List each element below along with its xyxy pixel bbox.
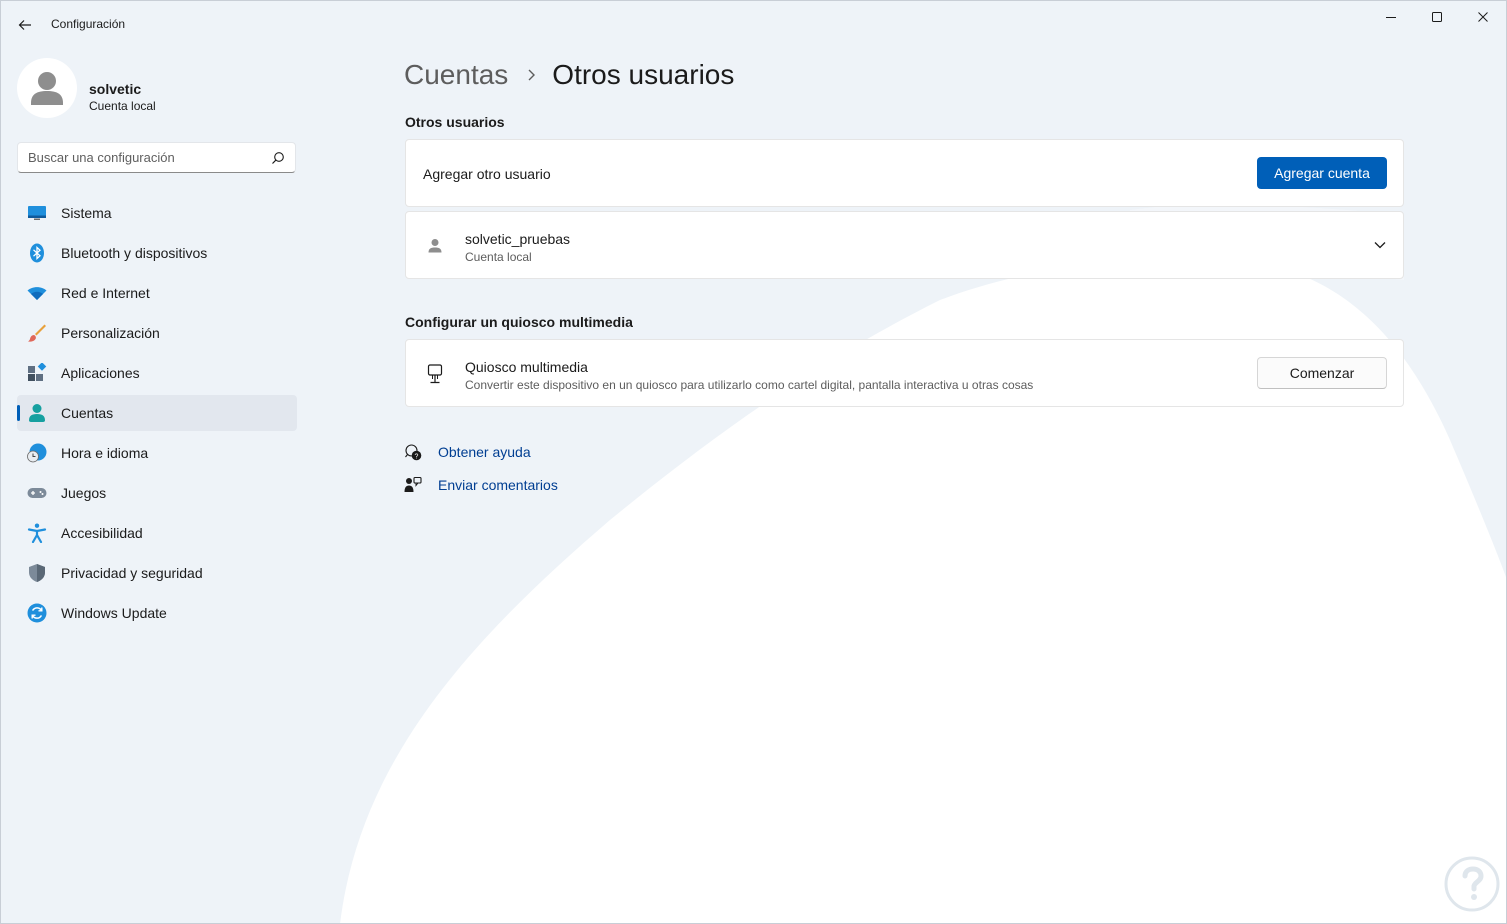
help-icon: ? (405, 444, 422, 461)
user-name: solvetic (89, 81, 142, 97)
user-entry-name: solvetic_pruebas (465, 231, 571, 247)
navigation-list: Sistema Bluetooth y dispositivos Red e I… (17, 195, 297, 635)
kiosk-description: Convertir este dispositivo en un quiosco… (465, 378, 1034, 392)
apps-icon (28, 363, 47, 381)
sidebar-item-windows-update[interactable]: Windows Update (17, 595, 297, 631)
add-user-label: Agregar otro usuario (423, 166, 551, 182)
sidebar-item-label: Privacidad y seguridad (61, 565, 203, 581)
gamepad-icon (27, 488, 47, 498)
other-users-heading: Otros usuarios (405, 114, 505, 130)
watermark-logo (1444, 856, 1500, 912)
feedback-icon (404, 476, 422, 492)
breadcrumb-parent[interactable]: Cuentas (404, 59, 508, 91)
sidebar-item-accesibilidad[interactable]: Accesibilidad (17, 515, 297, 551)
shield-icon (29, 564, 45, 582)
search-box[interactable] (17, 142, 296, 173)
close-button[interactable] (1460, 0, 1506, 34)
arrow-left-icon (18, 20, 31, 30)
clock-globe-icon (27, 443, 47, 463)
sidebar-item-label: Red e Internet (61, 285, 150, 301)
kiosk-title: Quiosco multimedia (465, 359, 588, 375)
sidebar-item-label: Windows Update (61, 605, 167, 621)
wifi-icon (27, 287, 47, 300)
sidebar-item-label: Aplicaciones (61, 365, 140, 381)
sidebar-item-privacidad[interactable]: Privacidad y seguridad (17, 555, 297, 591)
sidebar-item-bluetooth[interactable]: Bluetooth y dispositivos (17, 235, 297, 271)
add-user-card: Agregar otro usuario Agregar cuenta (405, 139, 1404, 207)
kiosk-icon (427, 364, 443, 384)
maximize-button[interactable] (1414, 0, 1460, 34)
system-icon (28, 206, 46, 220)
kiosk-heading: Configurar un quiosco multimedia (405, 314, 633, 330)
chevron-down-icon[interactable] (1373, 240, 1387, 250)
breadcrumb: Cuentas Otros usuarios (404, 59, 734, 91)
title-bar: Configuración (0, 0, 1507, 50)
sidebar-item-label: Sistema (61, 205, 112, 221)
sidebar-item-sistema[interactable]: Sistema (17, 195, 297, 231)
user-avatar-icon (31, 72, 63, 105)
sidebar-item-label: Accesibilidad (61, 525, 143, 541)
user-profile[interactable]: solvetic Cuenta local (17, 58, 317, 120)
sidebar-item-cuentas[interactable]: Cuentas (17, 395, 297, 431)
brush-icon (28, 324, 46, 342)
account-icon (29, 404, 45, 422)
add-account-button[interactable]: Agregar cuenta (1257, 157, 1387, 189)
svg-text:?: ? (415, 454, 419, 461)
minimize-icon (1386, 17, 1396, 18)
sidebar-item-label: Juegos (61, 485, 107, 501)
sidebar-item-label: Personalización (61, 325, 160, 341)
close-icon (1478, 12, 1488, 22)
search-input[interactable] (28, 143, 268, 172)
sidebar-item-aplicaciones[interactable]: Aplicaciones (17, 355, 297, 391)
accessibility-icon (27, 523, 47, 543)
user-entry-type: Cuenta local (465, 250, 532, 264)
search-icon[interactable] (271, 151, 285, 165)
chevron-right-icon (528, 69, 536, 81)
start-kiosk-button[interactable]: Comenzar (1257, 357, 1387, 389)
kiosk-card: Quiosco multimedia Convertir este dispos… (405, 339, 1404, 407)
user-icon (428, 239, 442, 253)
send-feedback-text[interactable]: Enviar comentarios (438, 477, 558, 493)
sidebar-item-label: Bluetooth y dispositivos (61, 245, 208, 261)
page-title: Otros usuarios (552, 59, 735, 90)
sidebar-item-label: Cuentas (61, 405, 114, 421)
sidebar-item-label: Hora e idioma (61, 445, 149, 461)
back-button[interactable] (14, 14, 36, 36)
sidebar-item-red[interactable]: Red e Internet (17, 275, 297, 311)
avatar (17, 58, 77, 118)
minimize-button[interactable] (1368, 0, 1414, 34)
user-entry-card[interactable]: solvetic_pruebas Cuenta local (405, 211, 1404, 279)
bluetooth-icon (30, 243, 44, 263)
get-help-text[interactable]: Obtener ayuda (438, 444, 531, 460)
sidebar-item-personalizacion[interactable]: Personalización (17, 315, 297, 351)
sidebar-item-juegos[interactable]: Juegos (17, 475, 297, 511)
sidebar-item-hora[interactable]: Hora e idioma (17, 435, 297, 471)
update-icon (27, 603, 47, 623)
app-title: Configuración (51, 17, 126, 31)
user-account-type: Cuenta local (89, 99, 156, 113)
maximize-icon (1432, 12, 1442, 22)
